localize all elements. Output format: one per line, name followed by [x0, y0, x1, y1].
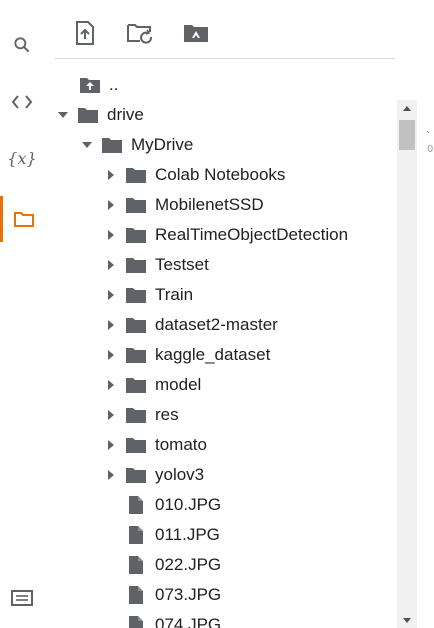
tree-row-label: model — [155, 375, 202, 394]
tree-scrollbar[interactable] — [397, 100, 417, 628]
tree-row-file[interactable]: 073.JPG — [103, 580, 395, 610]
tree-row-folder[interactable]: kaggle_dataset — [103, 340, 395, 370]
chevron-right-icon[interactable] — [103, 287, 119, 303]
tree-row-mydrive[interactable]: MyDrive — [79, 130, 395, 160]
tree-row-label: yolov3 — [155, 465, 205, 484]
file-icon — [125, 555, 147, 575]
tree-row-file[interactable]: 022.JPG — [103, 550, 395, 580]
mount-drive-button[interactable] — [181, 20, 211, 50]
chevron-right-icon[interactable] — [103, 317, 119, 333]
folder-icon — [125, 345, 147, 365]
tree-row-drive[interactable]: drive — [55, 100, 395, 130]
search-icon — [12, 35, 32, 55]
tree-row-folder[interactable]: MobilenetSSD — [103, 190, 395, 220]
chevron-right-icon[interactable] — [103, 257, 119, 273]
tree-row-folder[interactable]: yolov3 — [103, 460, 395, 490]
tree-row-folder[interactable]: Testset — [103, 250, 395, 280]
folder-up-icon — [79, 75, 101, 95]
code-snippets-button[interactable] — [0, 82, 44, 122]
folder-icon — [125, 165, 147, 185]
refresh-folder-icon — [126, 22, 154, 49]
tree-row-label: 011.JPG — [155, 525, 220, 544]
chevron-right-icon[interactable] — [103, 407, 119, 423]
chevron-right-icon[interactable] — [103, 347, 119, 363]
tree-row-folder[interactable]: Train — [103, 280, 395, 310]
edge-status-glyph: ` — [426, 131, 431, 142]
tree-row-file[interactable]: 010.JPG — [103, 490, 395, 520]
tree-row-label: RealTimeObjectDetection — [155, 225, 349, 244]
tree-row-parent[interactable]: .. — [55, 70, 395, 100]
tree-row-file[interactable]: 011.JPG — [103, 520, 395, 550]
chevron-right-icon[interactable] — [103, 377, 119, 393]
tree-row-label: Testset — [155, 255, 209, 274]
folder-icon — [125, 285, 147, 305]
folder-icon — [101, 135, 123, 155]
file-icon — [125, 585, 147, 605]
tree-row-label: .. — [109, 75, 119, 94]
chevron-down-icon[interactable] — [79, 137, 95, 153]
variables-button[interactable]: {x} — [0, 138, 44, 178]
folder-icon — [125, 465, 147, 485]
tree-row-label: Colab Notebooks — [155, 165, 286, 184]
chevron-right-icon[interactable] — [103, 227, 119, 243]
upload-button[interactable] — [70, 20, 100, 50]
tree-row-label: MyDrive — [131, 135, 194, 154]
tree-row-folder[interactable]: tomato — [103, 430, 395, 460]
tree-row-folder[interactable]: model — [103, 370, 395, 400]
chevron-down-icon[interactable] — [55, 107, 71, 123]
tree-row-folder[interactable]: res — [103, 400, 395, 430]
folder-icon — [125, 225, 147, 245]
file-tree: .. drive MyDrive Colab Notebooks Mobilene… — [55, 70, 395, 628]
left-sidebar: {x} — [0, 0, 44, 628]
files-toolbar — [55, 10, 395, 59]
file-icon — [125, 495, 147, 515]
folder-icon — [13, 210, 35, 228]
tree-row-label: MobilenetSSD — [155, 195, 264, 214]
tree-row-folder[interactable]: Colab Notebooks — [103, 160, 395, 190]
folder-icon — [125, 405, 147, 425]
tree-row-label: tomato — [155, 435, 207, 454]
folder-icon — [125, 255, 147, 275]
tree-row-folder[interactable]: RealTimeObjectDetection — [103, 220, 395, 250]
tree-row-folder[interactable]: dataset2-master — [103, 310, 395, 340]
tree-row-label: Train — [155, 285, 194, 304]
chevron-right-icon[interactable] — [103, 467, 119, 483]
files-button[interactable] — [0, 196, 44, 242]
terminal-icon — [11, 590, 33, 606]
tree-row-label: kaggle_dataset — [155, 345, 271, 364]
scroll-up-arrow[interactable] — [397, 100, 417, 116]
variables-icon: {x} — [7, 148, 37, 168]
tree-row-label: 010.JPG — [155, 495, 222, 514]
edge-status-number: 0 — [427, 144, 434, 155]
chevron-right-icon[interactable] — [103, 167, 119, 183]
folder-icon — [125, 435, 147, 455]
mount-drive-icon — [183, 22, 209, 49]
chevron-right-icon[interactable] — [103, 437, 119, 453]
tree-row-label: 073.JPG — [155, 585, 222, 604]
tree-row-label: dataset2-master — [155, 315, 278, 334]
folder-icon — [125, 375, 147, 395]
tree-row-label: 074.JPG — [155, 615, 222, 628]
file-icon — [125, 525, 147, 545]
search-button[interactable] — [0, 25, 44, 65]
refresh-button[interactable] — [125, 20, 155, 50]
tree-row-label: 022.JPG — [155, 555, 222, 574]
scrollbar-thumb[interactable] — [399, 120, 415, 150]
folder-icon — [125, 315, 147, 335]
tree-row-file[interactable]: 074.JPG — [103, 610, 395, 628]
terminal-button[interactable] — [0, 578, 44, 618]
folder-icon — [125, 195, 147, 215]
tree-row-label: res — [155, 405, 179, 424]
upload-file-icon — [75, 20, 95, 50]
code-icon — [11, 94, 33, 110]
tree-row-label: drive — [107, 105, 144, 124]
folder-icon — [77, 105, 99, 125]
file-icon — [125, 615, 147, 628]
chevron-right-icon[interactable] — [103, 197, 119, 213]
scroll-down-arrow[interactable] — [397, 612, 417, 628]
